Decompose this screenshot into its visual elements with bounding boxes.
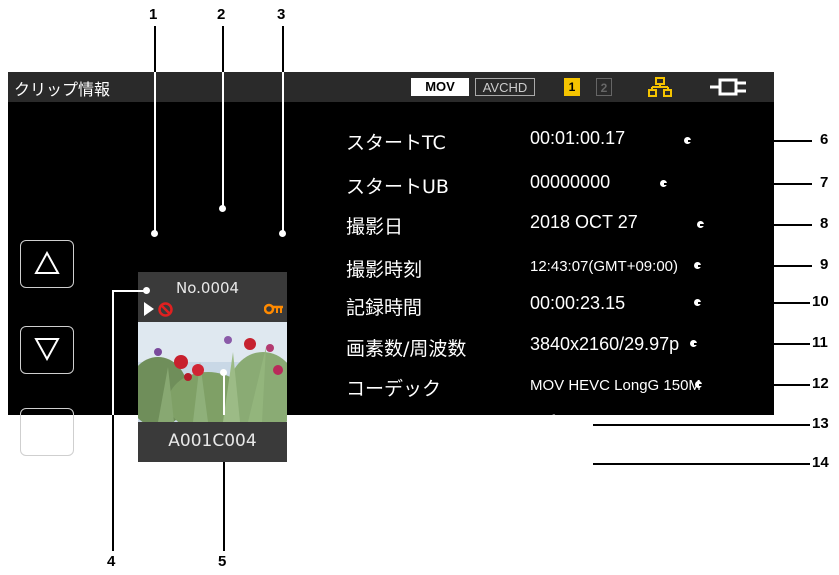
format-mov-indicator: MOV <box>411 78 469 96</box>
callout-14: 14 <box>812 454 829 471</box>
clip-info-screen: クリップ情報 MOV AVCHD 1 2 No.0004 A001C004 スタ… <box>8 72 774 462</box>
leader-2-outer <box>222 26 224 72</box>
info-label: コーデック <box>346 378 442 400</box>
info-value: 12:43:07(GMT+09:00) <box>530 258 679 275</box>
callout-7: 7 <box>820 174 829 191</box>
info-value: 2018 OCT 27 <box>530 212 638 232</box>
protect-key-icon <box>264 303 283 315</box>
leader-8 <box>700 224 812 226</box>
flower-image <box>138 322 287 422</box>
info-label: 画素数/周波数 <box>346 338 467 360</box>
info-value: 00000000 <box>530 172 611 192</box>
leader-3-dot <box>279 230 286 237</box>
window-title: クリップ情報 <box>14 80 111 99</box>
info-label: ガンマ <box>346 431 404 453</box>
leader-4-inner <box>112 290 114 415</box>
callout-3: 3 <box>277 6 286 23</box>
no-delete-icon <box>158 302 173 317</box>
info-label: スタートUB <box>346 176 449 198</box>
callout-9: 9 <box>820 256 829 273</box>
info-label: 撮影日 <box>346 216 404 238</box>
clip-number: No.0004 <box>176 279 240 297</box>
callout-11: 11 <box>812 334 828 351</box>
leader-13 <box>593 424 810 426</box>
card-slot-2: 2 <box>596 78 612 96</box>
return-button[interactable] <box>20 408 74 456</box>
clip-thumbnail[interactable] <box>138 322 287 422</box>
leader-4-outer <box>112 415 114 551</box>
leader-5-inner <box>223 372 225 415</box>
leader-2-inner <box>222 72 224 208</box>
leader-9 <box>698 265 812 267</box>
leader-7 <box>664 183 812 185</box>
leader-3-outer <box>282 26 284 72</box>
info-label: 記録時間 <box>346 297 423 319</box>
leader-2-dot <box>219 205 226 212</box>
network-icon <box>648 77 672 97</box>
play-icon <box>144 302 154 316</box>
callout-13: 13 <box>812 415 829 432</box>
clip-name: A001C004 <box>168 431 257 451</box>
down-arrow-icon <box>34 338 60 361</box>
leader-1-outer <box>154 26 156 72</box>
up-arrow-icon <box>34 251 60 274</box>
return-icon <box>34 422 62 441</box>
leader-4-dot <box>143 287 150 294</box>
callout-6: 6 <box>820 131 829 148</box>
callout-1: 1 <box>149 6 158 23</box>
down-button[interactable] <box>20 326 74 374</box>
callout-5: 5 <box>218 553 227 570</box>
leader-4-hook <box>112 290 146 292</box>
clip-thumbnail-footer: A001C004 <box>138 422 287 462</box>
up-button[interactable] <box>20 240 74 288</box>
info-value: 00:00:23.15 <box>530 293 626 313</box>
leader-11 <box>694 343 810 345</box>
info-value: HD <box>530 427 556 447</box>
clip-thumbnail-header: No.0004 <box>138 272 287 322</box>
leader-12 <box>699 384 810 386</box>
info-value: 3840x2160/29.97p <box>530 334 680 354</box>
info-value: 00:01:00.17 <box>530 128 626 148</box>
leader-10 <box>698 302 810 304</box>
callout-10: 10 <box>812 293 829 310</box>
callout-12: 12 <box>812 375 829 392</box>
callout-4: 4 <box>107 553 116 570</box>
info-label: スタートTC <box>346 132 446 154</box>
leader-1-inner <box>154 72 156 232</box>
header-bar: クリップ情報 MOV AVCHD 1 2 <box>8 72 774 102</box>
card-slot-1: 1 <box>564 78 580 96</box>
info-label: 撮影時刻 <box>346 259 423 281</box>
leader-6 <box>688 140 812 142</box>
leader-14 <box>593 463 810 465</box>
leader-3-inner <box>282 72 284 232</box>
format-avchd-indicator: AVCHD <box>475 78 535 96</box>
power-plug-icon <box>710 78 746 96</box>
leader-5-dot <box>220 369 227 376</box>
info-value: MOV HEVC LongG 150M <box>530 377 701 394</box>
callout-2: 2 <box>217 6 226 23</box>
callout-8: 8 <box>820 215 829 232</box>
leader-1-dot <box>151 230 158 237</box>
